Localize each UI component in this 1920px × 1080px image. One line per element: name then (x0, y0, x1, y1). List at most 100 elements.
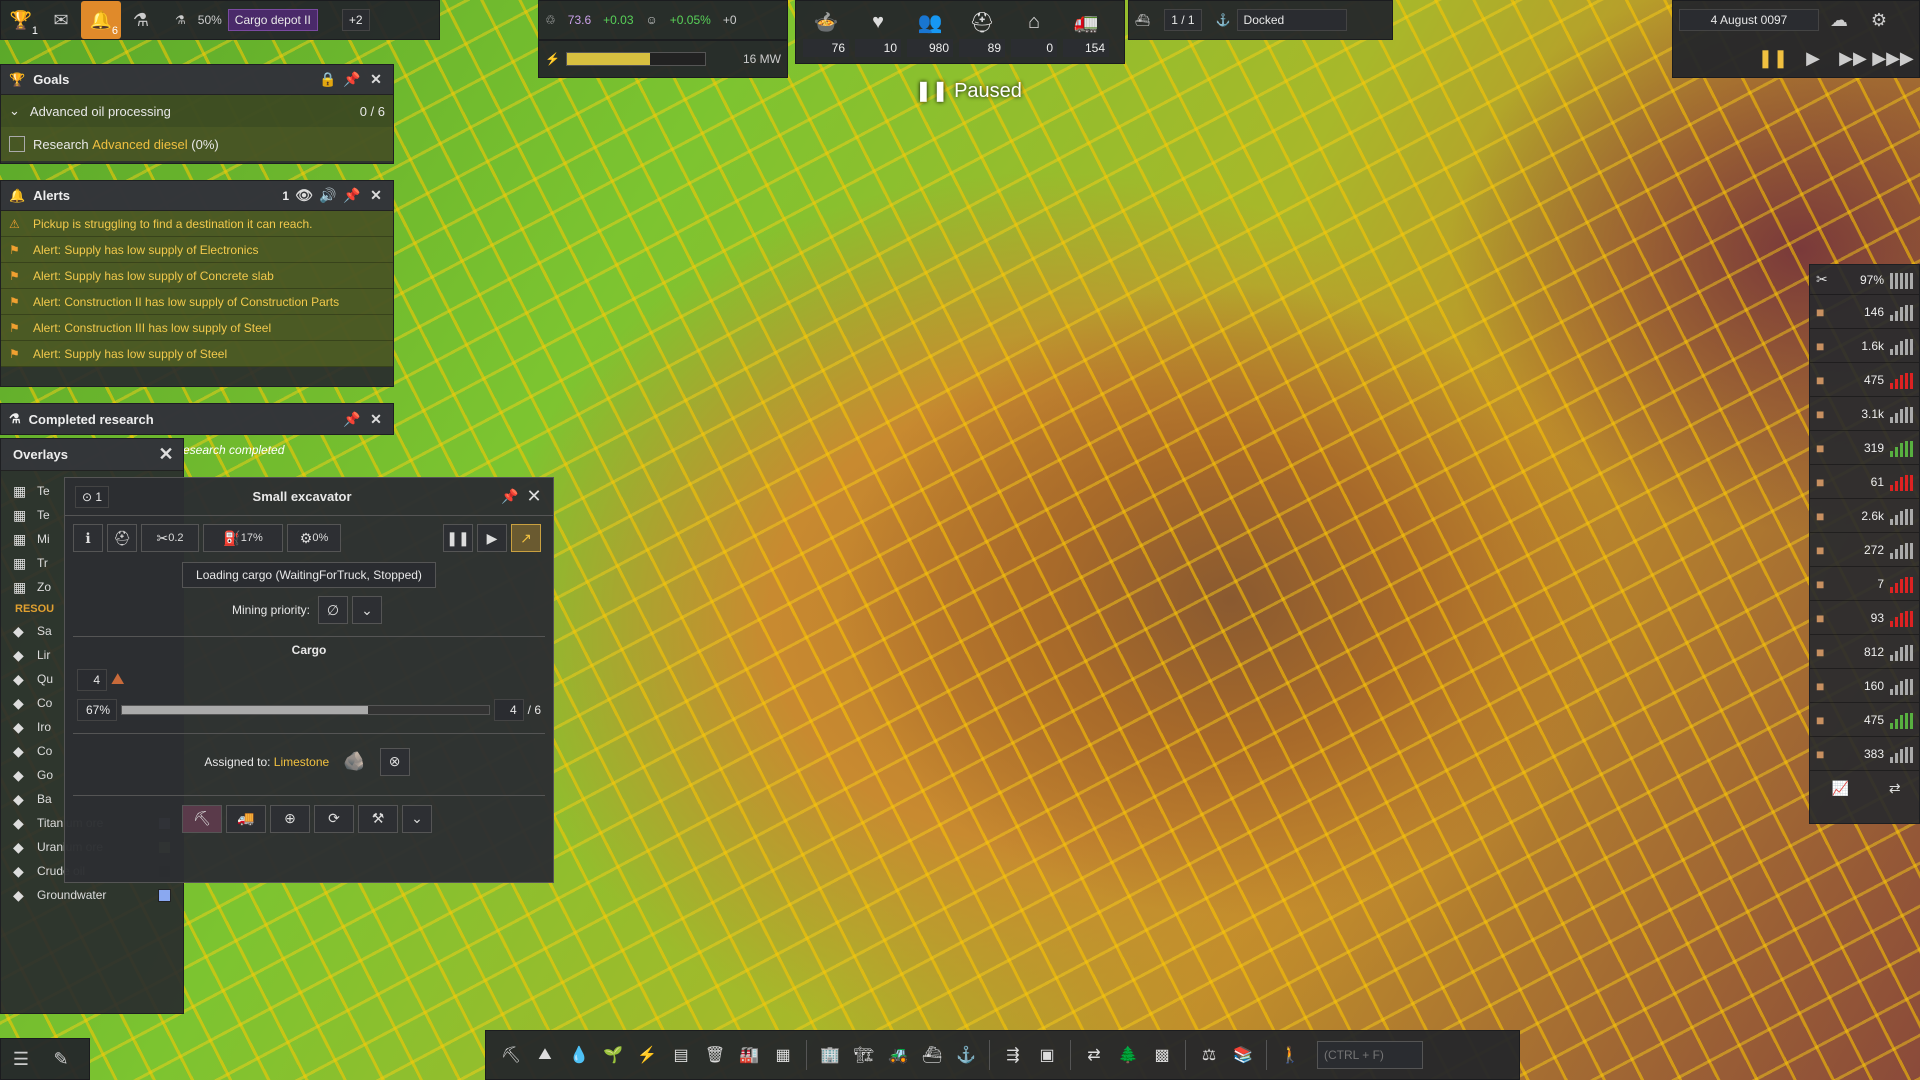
pop-stat[interactable]: ♥ 10 (852, 7, 904, 57)
pop-stat[interactable]: ⛑ 89 (956, 7, 1008, 57)
resource-overlay-item[interactable]: ◆ Groundwater (1, 883, 183, 907)
marker-chip[interactable]: ⊙ 1 (75, 485, 110, 508)
inventory-row[interactable]: ■ 475 (1810, 363, 1919, 397)
truck-button[interactable]: 🚚 (226, 804, 266, 833)
fastest-forward-button[interactable]: ▶▶▶ (1872, 39, 1914, 77)
storage-tool-icon[interactable]: ▤ (664, 1035, 698, 1075)
alert-item[interactable]: ⚑ Alert: Supply has low supply of Concret… (1, 263, 393, 289)
edit-icon[interactable]: ✎ (41, 1040, 81, 1078)
stats-chart-icon[interactable]: 📈 (1831, 779, 1849, 797)
close-icon[interactable]: ✕ (525, 486, 543, 506)
replace-button[interactable]: ⟳ (314, 804, 354, 833)
grid-tool-icon[interactable]: ▦ (766, 1035, 800, 1075)
alerts-bell-button[interactable]: 🔔 6 (81, 1, 121, 39)
dump-tool-icon[interactable]: ⛰ (528, 1035, 562, 1075)
factory-tool-icon[interactable]: 🏭 (732, 1035, 766, 1075)
worker-icon[interactable]: ⛑ (107, 524, 137, 552)
chevron-down-icon[interactable]: ⌄ (402, 804, 432, 833)
inventory-row[interactable]: ■ 7 (1810, 567, 1919, 601)
factory-icon[interactable]: 🏗 (847, 1035, 881, 1075)
inventory-row[interactable]: ■ 61 (1810, 465, 1919, 499)
eye-icon[interactable]: 👁 (295, 187, 313, 205)
no-priority-icon[interactable]: ∅ (318, 596, 349, 624)
research-book-icon[interactable]: 📚 (1226, 1035, 1260, 1075)
fast-forward-button[interactable]: ▶▶ (1833, 39, 1873, 77)
camera-button[interactable]: ▶ (477, 524, 507, 552)
goal-row[interactable]: ⌄ Advanced oil processing 0 / 6 (1, 95, 393, 127)
inventory-bars (1890, 609, 1913, 627)
assigned-value[interactable]: Limestone (274, 755, 329, 769)
alert-item[interactable]: ⚑ Alert: Construction III has low supply … (1, 315, 393, 341)
close-icon[interactable]: ✕ (367, 410, 385, 428)
maintenance-bars (1890, 271, 1913, 289)
close-icon[interactable]: ✕ (367, 187, 385, 205)
demolish-tool-icon[interactable]: 🗑 (698, 1035, 732, 1075)
person-icon[interactable]: 🚶 (1273, 1035, 1307, 1075)
drop-tool-icon[interactable]: 💧 (562, 1035, 596, 1075)
unassign-button[interactable]: ⊗ (379, 747, 410, 776)
trade-icon[interactable]: ⇄ (1886, 779, 1904, 797)
conveyor-icon[interactable]: ⇄ (1077, 1035, 1111, 1075)
pop-stat[interactable]: 👥 980 (904, 7, 956, 57)
inventory-row[interactable]: ■ 93 (1810, 601, 1919, 635)
dock-build-icon[interactable]: ⚓ (949, 1035, 983, 1075)
close-icon[interactable]: ✕ (367, 71, 385, 89)
search-input[interactable] (1317, 1041, 1423, 1069)
inventory-row[interactable]: ■ 1.6k (1810, 329, 1919, 363)
mining-tool-icon[interactable]: ⛏ (494, 1035, 528, 1075)
play-button[interactable]: ▶ (1793, 39, 1833, 77)
pin-icon[interactable]: 📌 (343, 187, 361, 205)
inventory-row[interactable]: ■ 272 (1810, 533, 1919, 567)
layers-icon[interactable]: ☰ (1, 1040, 41, 1078)
close-icon[interactable]: ✕ (157, 444, 175, 464)
inventory-row[interactable]: ■ 319 (1810, 431, 1919, 465)
chevron-down-icon[interactable]: ⌄ (9, 103, 20, 119)
mine-area-button[interactable]: ⛏ (182, 804, 222, 833)
inventory-row[interactable]: ■ 475 (1810, 703, 1919, 737)
pause-vehicle-button[interactable]: ❚❚ (443, 524, 473, 552)
inventory-row[interactable]: ■ 383 (1810, 737, 1919, 771)
maintenance-row[interactable]: ✂ 97% (1810, 265, 1919, 295)
tree-tool-icon[interactable]: 🌱 (596, 1035, 630, 1075)
route-button[interactable]: ↗ (511, 524, 541, 552)
goal-task: Research Advanced diesel (0%) (1, 127, 393, 161)
inventory-row[interactable]: ■ 3.1k (1810, 397, 1919, 431)
ship-build-icon[interactable]: ⛴ (915, 1035, 949, 1075)
transport-icon[interactable]: ⇶ (996, 1035, 1030, 1075)
inventory-row[interactable]: ■ 2.6k (1810, 499, 1919, 533)
alert-item[interactable]: ⚑ Alert: Supply has low supply of Steel (1, 341, 393, 367)
research-flask-button[interactable]: ⚗ (121, 1, 161, 39)
pop-stat[interactable]: 🍲 76 (800, 7, 852, 57)
pin-icon[interactable]: 📌 (343, 71, 361, 89)
speaker-icon[interactable]: 🔊 (319, 187, 337, 205)
alert-item[interactable]: ⚑ Alert: Construction II has low supply o… (1, 289, 393, 315)
pause-button[interactable]: ❚❚ (1753, 39, 1793, 77)
balance-icon[interactable]: ⚖ (1192, 1035, 1226, 1075)
pin-icon[interactable]: 📌 (343, 410, 361, 428)
pattern-icon[interactable]: ▩ (1145, 1035, 1179, 1075)
pop-stat[interactable]: 🚛 154 (1060, 7, 1112, 57)
alert-item[interactable]: ⚑ Alert: Supply has low supply of Electro… (1, 237, 393, 263)
upgrade-button[interactable]: ⚒ (358, 804, 398, 833)
goals-trophy-button[interactable]: 🏆 1 (1, 1, 41, 39)
vehicle-icon[interactable]: 🚜 (881, 1035, 915, 1075)
inventory-bars (1890, 643, 1913, 661)
info-icon[interactable]: ℹ (73, 524, 103, 552)
inventory-row[interactable]: ■ 146 (1810, 295, 1919, 329)
power-tool-icon[interactable]: ⚡ (630, 1035, 664, 1075)
research-progress[interactable]: ⚗ 50% Cargo depot II +2 (169, 9, 370, 31)
settings-icon[interactable]: ⚙ (1859, 1, 1899, 39)
messages-button[interactable]: ✉ (41, 1, 81, 39)
lock-icon[interactable]: 🔒 (319, 71, 337, 89)
locate-button[interactable]: ⊕ (270, 804, 310, 833)
pop-stat[interactable]: ⌂ 0 (1008, 7, 1060, 57)
logistics-icon[interactable]: ▣ (1030, 1035, 1064, 1075)
chevron-down-icon[interactable]: ⌄ (352, 596, 383, 624)
forest-icon[interactable]: 🌲 (1111, 1035, 1145, 1075)
task-link[interactable]: Advanced diesel (92, 137, 187, 152)
pin-icon[interactable]: 📌 (501, 488, 519, 506)
inventory-row[interactable]: ■ 812 (1810, 635, 1919, 669)
building-icon[interactable]: 🏢 (813, 1035, 847, 1075)
alert-item[interactable]: ⚠ Pickup is struggling to find a destinat… (1, 211, 393, 237)
inventory-row[interactable]: ■ 160 (1810, 669, 1919, 703)
